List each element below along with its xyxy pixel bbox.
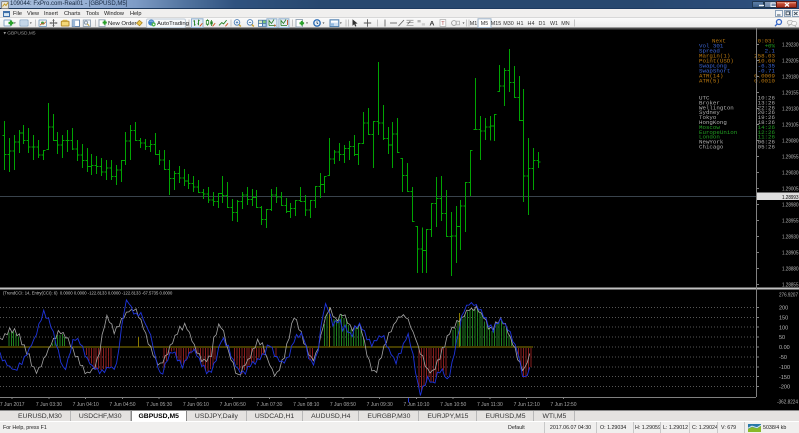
svg-text:H1: H1: [517, 21, 524, 27]
svg-text:1.28930: 1.28930: [782, 234, 799, 240]
svg-text:1.29180: 1.29180: [782, 74, 799, 80]
svg-text:1.29030: 1.29030: [782, 170, 799, 176]
svg-text:M30: M30: [503, 21, 514, 27]
svg-text:-200: -200: [779, 385, 790, 391]
svg-text:7 Jun 12:50: 7 Jun 12:50: [550, 402, 576, 408]
svg-text:7 Jun 10:50: 7 Jun 10:50: [440, 402, 466, 408]
svg-text:M5: M5: [481, 21, 489, 27]
svg-text:7 Jun 12:10: 7 Jun 12:10: [514, 402, 540, 408]
svg-text:1.29105: 1.29105: [782, 122, 799, 128]
svg-text:7 Jun 11:30: 7 Jun 11:30: [477, 402, 503, 408]
svg-text:1.28955: 1.28955: [782, 218, 799, 224]
svg-text:Chicago: Chicago: [699, 144, 724, 151]
svg-text:1.29155: 1.29155: [782, 90, 799, 96]
svg-text:H4: H4: [528, 21, 535, 27]
svg-text:1.28855: 1.28855: [782, 282, 799, 288]
svg-text:1.29005: 1.29005: [782, 186, 799, 192]
svg-text:AutoTrading: AutoTrading: [157, 21, 189, 27]
svg-text:1.29055: 1.29055: [782, 154, 799, 160]
svg-text:05:26: 05:26: [758, 144, 776, 151]
svg-text:7 Jun 2017: 7 Jun 2017: [0, 402, 25, 408]
svg-text:M1: M1: [470, 21, 478, 27]
svg-text:7 Jun 04:10: 7 Jun 04:10: [73, 402, 99, 408]
svg-text:-100: -100: [779, 365, 790, 371]
svg-text:A: A: [430, 21, 435, 28]
svg-text:(TrendCCI: 14, Entry(CCI): 6): (TrendCCI: 14, Entry(CCI): 6) 0.0000 0.0…: [3, 291, 173, 296]
svg-text:7 Jun 06:10: 7 Jun 06:10: [183, 402, 209, 408]
svg-text:-362.8224: -362.8224: [777, 400, 798, 406]
svg-text:0.00: 0.00: [779, 345, 790, 351]
svg-text:7 Jun 05:30: 7 Jun 05:30: [146, 402, 172, 408]
svg-text:New Order: New Order: [108, 21, 137, 27]
svg-text:7 Jun 06:50: 7 Jun 06:50: [220, 402, 246, 408]
svg-text:W1: W1: [550, 21, 558, 27]
svg-text:1.28905: 1.28905: [782, 250, 799, 256]
svg-text:0.0010: 0.0010: [754, 78, 775, 85]
svg-text:ATR(5): ATR(5): [699, 78, 720, 85]
svg-text:7 Jun 09:30: 7 Jun 09:30: [367, 402, 393, 408]
svg-text:7 Jun 03:30: 7 Jun 03:30: [36, 402, 62, 408]
svg-text:1.28980: 1.28980: [782, 202, 799, 208]
svg-text:1.28880: 1.28880: [782, 266, 799, 272]
svg-text:7 Jun 07:30: 7 Jun 07:30: [256, 402, 282, 408]
svg-text:-50: -50: [779, 355, 787, 361]
svg-text:100: 100: [779, 325, 788, 331]
svg-text:1.29130: 1.29130: [782, 106, 799, 112]
svg-text:1.29230: 1.29230: [782, 42, 799, 48]
svg-text:7 Jun 08:50: 7 Jun 08:50: [330, 402, 356, 408]
svg-text:1.29205: 1.29205: [782, 58, 799, 64]
svg-text:1.28993: 1.28993: [782, 195, 799, 201]
svg-text:▾ GBPUSD,M5: ▾ GBPUSD,M5: [4, 31, 36, 37]
svg-text:MN: MN: [561, 21, 569, 27]
svg-text:150: 150: [779, 315, 788, 321]
svg-text:-150: -150: [779, 375, 790, 381]
svg-text:M15: M15: [491, 21, 502, 27]
svg-text:7 Jun 04:50: 7 Jun 04:50: [109, 402, 135, 408]
svg-text:200: 200: [779, 306, 788, 312]
svg-text:D1: D1: [539, 21, 546, 27]
svg-text:7 Jun 10:10: 7 Jun 10:10: [403, 402, 429, 408]
svg-text:276.9207: 276.9207: [779, 293, 798, 299]
svg-text:50: 50: [779, 335, 785, 341]
svg-text:7 Jun 08:10: 7 Jun 08:10: [293, 402, 319, 408]
svg-text:1.29080: 1.29080: [782, 138, 799, 144]
